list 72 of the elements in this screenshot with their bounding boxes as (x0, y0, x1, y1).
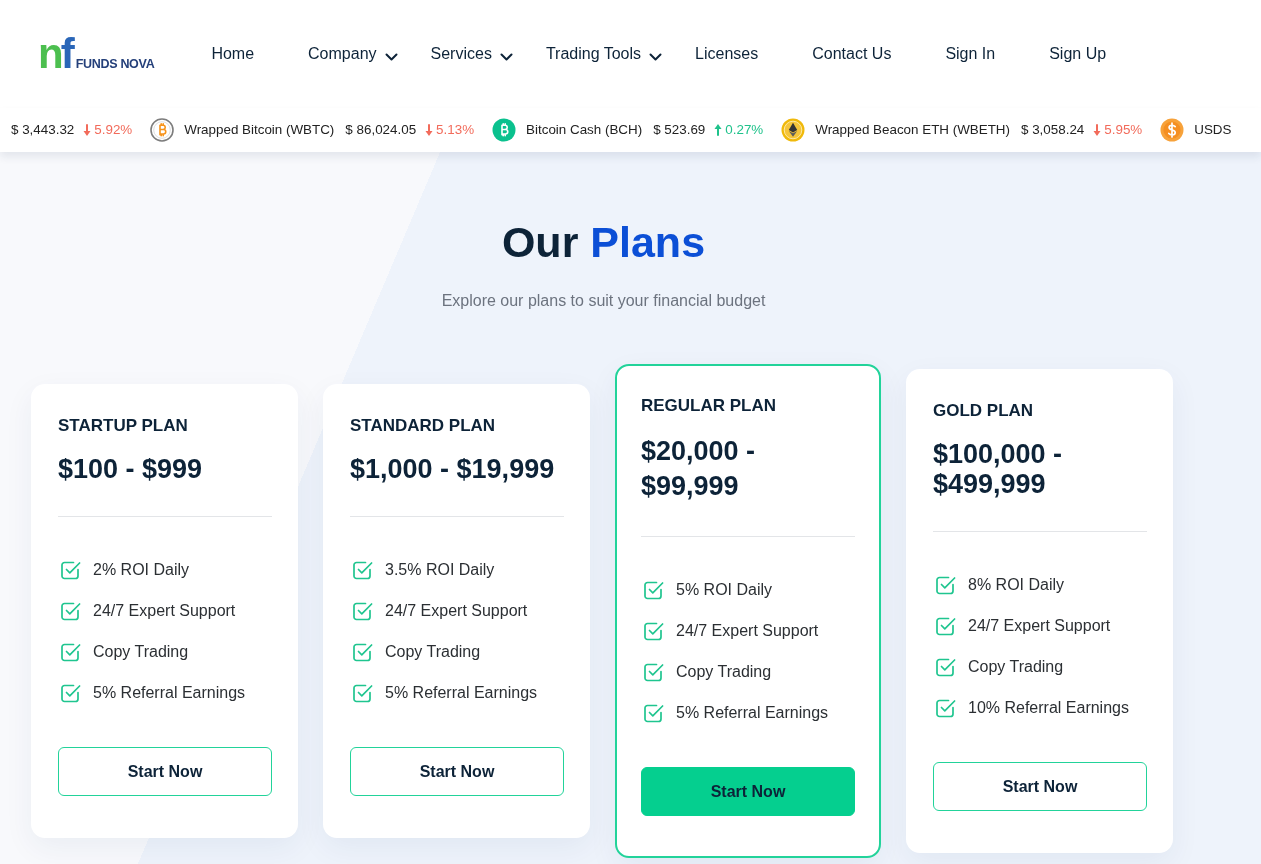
plan-feature: Copy Trading (968, 657, 1064, 677)
bitcoin-icon (492, 118, 517, 142)
plan-name: STARTUP PLAN (58, 415, 189, 437)
price-change: 5.92% (94, 120, 133, 139)
checkbox-tick-icon (61, 683, 81, 703)
coin-price: $ 3,443.32 (11, 120, 75, 139)
plan-feature: 24/7 Expert Support (968, 616, 1111, 636)
plan-feature: Copy Trading (385, 642, 481, 662)
plan-price: $100,000 - $499,999 (933, 439, 1064, 499)
brand-name[interactable]: FUNDS NOVA (75, 57, 155, 71)
nav-link[interactable]: Home (184, 42, 282, 66)
checkbox-tick-icon (353, 642, 373, 662)
start-now-button[interactable]: Start Now (641, 767, 855, 816)
checkbox-tick-icon (61, 560, 81, 580)
checkbox-tick-icon (644, 703, 664, 723)
logo-mark[interactable]: nf (38, 33, 74, 75)
checkbox-tick-icon (644, 621, 664, 641)
coin-name: Wrapped Bitcoin (WBTC) (184, 120, 335, 139)
coin-price: $ 86,024.05 (345, 120, 417, 139)
plan-feature: 2% ROI Daily (93, 560, 190, 580)
plan-feature: 5% Referral Earnings (676, 703, 829, 723)
section-title: Our Plans (500, 217, 707, 268)
plan-price: $20,000 - $99,999 (641, 435, 757, 503)
plan-feature: Copy Trading (676, 662, 772, 682)
plan-feature: 24/7 Expert Support (676, 621, 819, 641)
plan-feature: 5% Referral Earnings (93, 683, 246, 703)
nav-link[interactable]: Sign In (918, 42, 1023, 66)
nav-link[interactable]: Company (281, 42, 404, 66)
checkbox-tick-icon (353, 683, 373, 703)
nav-link[interactable]: Sign Up (1022, 42, 1134, 66)
checkbox-tick-icon (936, 698, 956, 718)
nav-link[interactable]: Contact Us (785, 42, 919, 66)
price-change: 5.13% (436, 120, 475, 139)
ethereum-icon (781, 118, 806, 142)
plan-feature: 10% Referral Earnings (968, 698, 1129, 718)
section-subtitle: Explore our plans to suit your financial budget (440, 291, 767, 311)
plan-feature: 5% Referral Earnings (385, 683, 538, 703)
plan-feature: 24/7 Expert Support (385, 601, 528, 621)
plan-feature: 24/7 Expert Support (93, 601, 236, 621)
bitcoin-icon (150, 118, 175, 142)
checkbox-tick-icon (936, 616, 956, 636)
plan-feature: Copy Trading (93, 642, 189, 662)
checkbox-tick-icon (353, 560, 373, 580)
plan-feature: 3.5% ROI Daily (385, 560, 495, 580)
coin-name: USDS (1194, 120, 1232, 139)
nav-link[interactable]: Licenses (668, 42, 786, 66)
coin-price: $ 3,058.24 (1021, 120, 1085, 139)
checkbox-tick-icon (61, 642, 81, 662)
nav-link[interactable]: Services (403, 42, 519, 66)
start-now-button[interactable]: Start Now (58, 747, 272, 796)
checkbox-tick-icon (353, 601, 373, 621)
coin-name: Wrapped Beacon ETH (WBETH) (815, 120, 1010, 139)
plan-name: GOLD PLAN (933, 400, 1035, 422)
plan-price: $100 - $999 (58, 454, 204, 484)
start-now-button[interactable]: Start Now (933, 762, 1147, 811)
checkbox-tick-icon (644, 662, 664, 682)
plan-name: STANDARD PLAN (350, 415, 497, 437)
checkbox-tick-icon (936, 575, 956, 595)
dollar-coin-icon (1160, 118, 1185, 142)
plan-name: REGULAR PLAN (641, 395, 778, 417)
checkbox-tick-icon (644, 580, 664, 600)
price-change: 5.95% (1104, 120, 1143, 139)
plan-feature: 8% ROI Daily (968, 575, 1065, 595)
plan-price: $1,000 - $19,999 (350, 454, 556, 484)
plan-feature: 5% ROI Daily (676, 580, 773, 600)
coin-name: Bitcoin Cash (BCH) (526, 120, 643, 139)
nav-link[interactable]: Trading Tools (518, 42, 669, 66)
start-now-button[interactable]: Start Now (350, 747, 564, 796)
price-change: 0.27% (725, 120, 764, 139)
checkbox-tick-icon (936, 657, 956, 677)
checkbox-tick-icon (61, 601, 81, 621)
coin-price: $ 523.69 (653, 120, 706, 139)
